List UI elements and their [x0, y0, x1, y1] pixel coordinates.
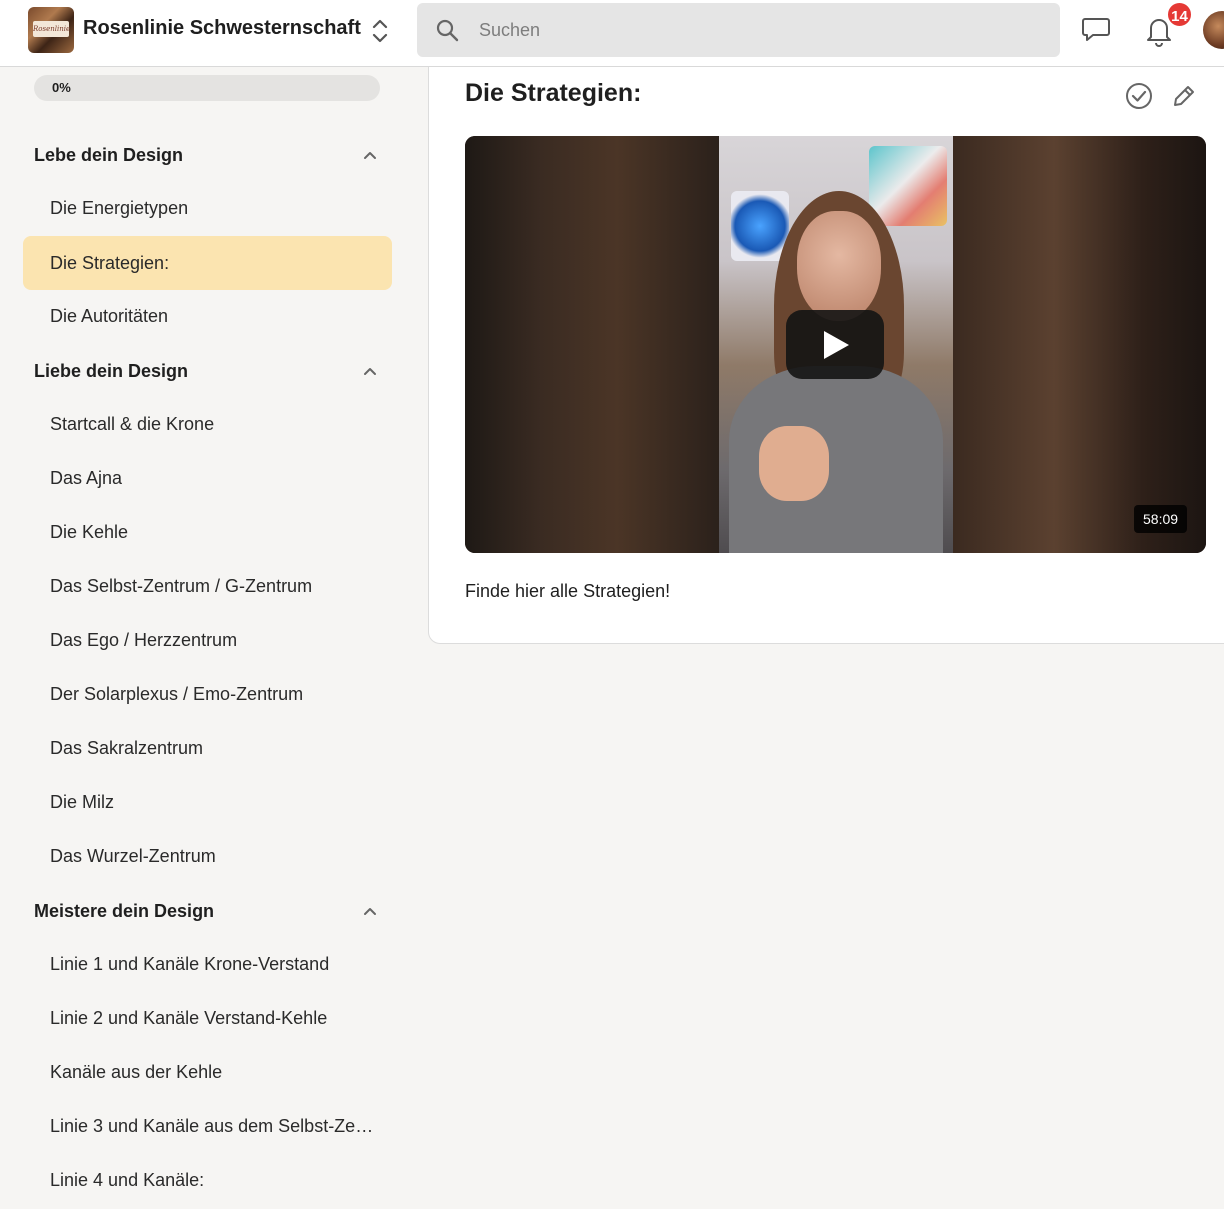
- pencil-icon[interactable]: [1169, 81, 1199, 111]
- section-header-meistere[interactable]: Meistere dein Design: [34, 896, 394, 926]
- lesson-item[interactable]: Linie 1 und Kanäle Krone-Verstand: [23, 937, 392, 991]
- lesson-item[interactable]: Die Autoritäten: [23, 289, 392, 343]
- lesson-item[interactable]: Das Sakralzentrum: [23, 721, 392, 775]
- logo-text: Rosenlinie: [33, 21, 70, 37]
- notification-badge: 14: [1166, 1, 1193, 28]
- section-title: Liebe dein Design: [34, 361, 189, 381]
- lesson-item[interactable]: Die Kehle: [23, 505, 392, 559]
- lesson-item[interactable]: Das Selbst-Zentrum / G-Zentrum: [23, 559, 392, 613]
- section-title: Meistere dein Design: [34, 901, 215, 921]
- course-sidebar: 0% Lebe dein Design Die Energietypen Die…: [0, 67, 428, 1209]
- lesson-item[interactable]: Linie 3 und Kanäle aus dem Selbst-Zent…: [23, 1099, 392, 1153]
- play-icon: [824, 331, 849, 359]
- lesson-item[interactable]: Die Milz: [23, 775, 392, 829]
- chevron-up-icon[interactable]: [362, 904, 378, 918]
- check-circle-icon[interactable]: [1124, 81, 1154, 111]
- wall-art: [869, 146, 947, 226]
- search-input[interactable]: [479, 3, 1039, 57]
- course-progress-bar: 0%: [34, 75, 380, 101]
- lesson-item[interactable]: Linie 2 und Kanäle Verstand-Kehle: [23, 991, 392, 1045]
- wall-art: [731, 191, 789, 261]
- lesson-item[interactable]: Der Solarplexus / Emo-Zentrum: [23, 667, 392, 721]
- chevron-up-down-icon[interactable]: [370, 17, 390, 45]
- community-logo[interactable]: Rosenlinie: [28, 7, 74, 53]
- top-bar: Rosenlinie Rosenlinie Schwesternschaft 1…: [0, 0, 1224, 67]
- lesson-item[interactable]: Das Ego / Herzzentrum: [23, 613, 392, 667]
- lesson-item[interactable]: Das Wurzel-Zentrum: [23, 829, 392, 883]
- section-header-liebe[interactable]: Liebe dein Design: [34, 356, 394, 386]
- avatar[interactable]: [1203, 11, 1224, 49]
- lesson-description: Finde hier alle Strategien!: [465, 581, 671, 601]
- video-duration: 58:09: [1134, 505, 1188, 533]
- thumbs-up-hand: [759, 426, 829, 501]
- video-player[interactable]: 58:09: [465, 136, 1206, 553]
- search-bar[interactable]: [417, 3, 1060, 57]
- lesson-content-card: Die Strategien: 58:09 Finde hier alle St…: [428, 67, 1224, 644]
- lesson-item[interactable]: Die Energietypen: [23, 181, 392, 235]
- lesson-item[interactable]: Linie 4 und Kanäle:: [23, 1153, 392, 1207]
- progress-value: 0%: [52, 80, 71, 95]
- lesson-item-active[interactable]: Die Strategien:: [23, 236, 392, 290]
- search-icon: [435, 18, 459, 42]
- play-button[interactable]: [786, 310, 884, 379]
- chevron-up-icon[interactable]: [362, 148, 378, 162]
- section-title: Lebe dein Design: [34, 145, 184, 165]
- lesson-item[interactable]: Kanäle aus der Kehle: [23, 1045, 392, 1099]
- person-face: [797, 211, 881, 321]
- chat-icon[interactable]: [1080, 13, 1112, 45]
- lesson-item[interactable]: Startcall & die Krone: [23, 397, 392, 451]
- video-blur-right: [953, 136, 1206, 553]
- section-header-lebe[interactable]: Lebe dein Design: [34, 140, 394, 170]
- lesson-title: Die Strategien:: [465, 79, 642, 107]
- video-blur-left: [465, 136, 719, 553]
- lesson-item[interactable]: Das Ajna: [23, 451, 392, 505]
- chevron-up-icon[interactable]: [362, 364, 378, 378]
- community-name[interactable]: Rosenlinie Schwesternschaft: [83, 17, 361, 40]
